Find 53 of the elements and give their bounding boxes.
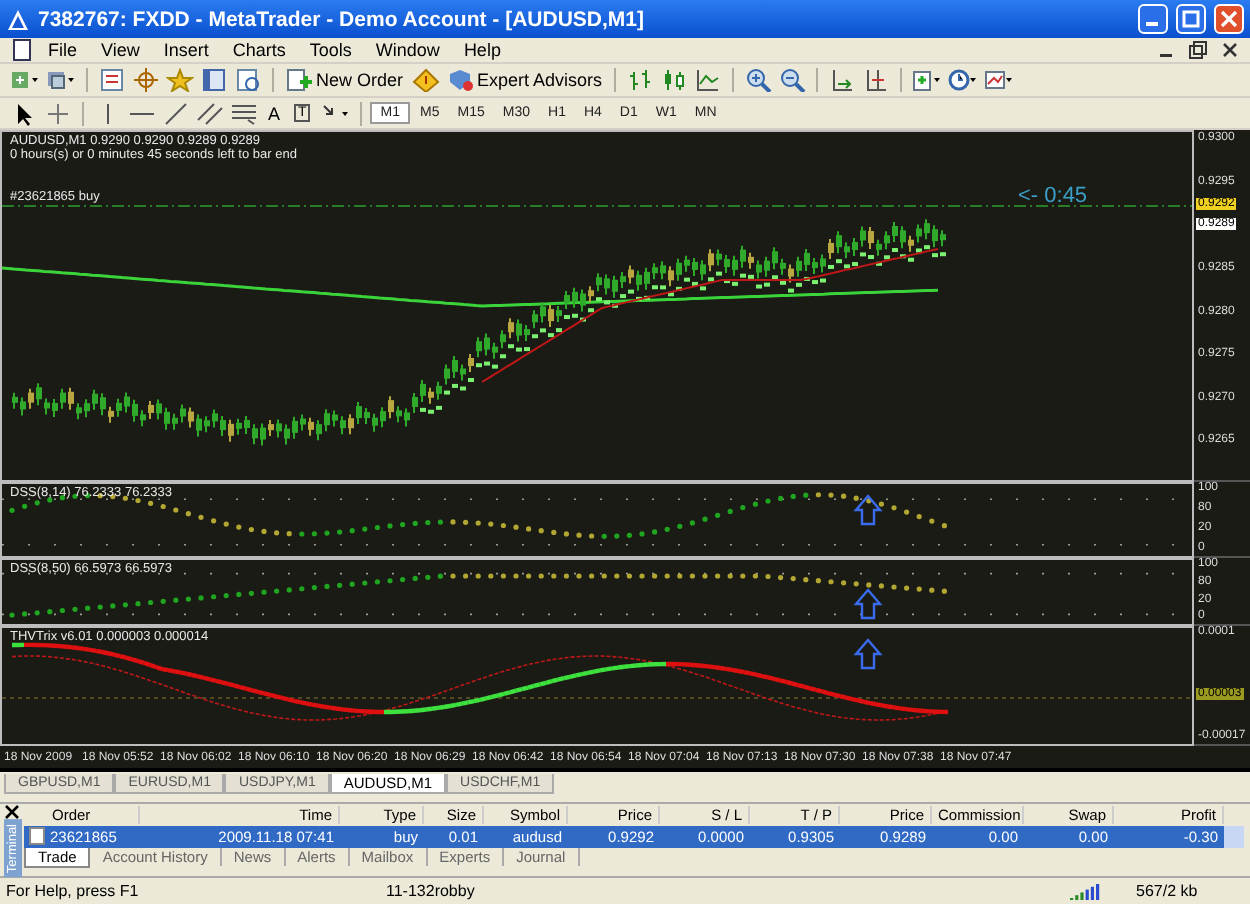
menu-item[interactable]: Help — [453, 40, 511, 61]
menu-item[interactable]: File — [38, 40, 88, 61]
menu-item[interactable]: Insert — [153, 40, 219, 61]
maximize-button[interactable] — [1176, 4, 1206, 35]
template-icon[interactable] — [984, 68, 1015, 93]
crosshair-move-icon[interactable] — [132, 68, 160, 93]
text-tool-button[interactable]: A — [262, 103, 287, 123]
up-arrow-icon — [853, 588, 883, 620]
fibonacci-icon[interactable] — [230, 101, 258, 125]
crosshair-icon[interactable] — [44, 101, 72, 125]
menu-item[interactable]: View — [91, 40, 150, 61]
line-chart-icon[interactable] — [694, 68, 723, 93]
expert-advisors-button[interactable]: Expert Advisors — [443, 68, 607, 93]
chart-shift-icon[interactable] — [828, 68, 857, 93]
bar-chart-icon[interactable] — [626, 68, 655, 93]
document-icon — [8, 38, 32, 63]
status-text: 567/2 kb — [1134, 882, 1200, 901]
terminal-icon[interactable] — [200, 68, 228, 93]
minimize-button[interactable] — [1138, 4, 1168, 35]
trendline-icon[interactable] — [162, 101, 190, 125]
maximize-icon — [1182, 10, 1200, 29]
new-order-icon — [286, 68, 312, 93]
up-arrow-icon — [853, 638, 883, 670]
status-text: 11-132robby — [384, 882, 477, 901]
tester-icon[interactable] — [234, 68, 262, 93]
profiles-icon[interactable] — [46, 68, 76, 93]
clock-icon[interactable] — [948, 68, 979, 93]
app-logo-icon — [6, 7, 30, 32]
zoom-in-icon[interactable] — [744, 68, 773, 93]
scrollbar[interactable] — [1224, 825, 1244, 848]
add-indicator-icon[interactable] — [912, 68, 943, 93]
close-icon[interactable] — [4, 803, 20, 820]
expert-advisors-icon — [447, 68, 474, 93]
star-icon[interactable] — [166, 68, 194, 93]
window-title: 7382767: FXDD - MetaTrader - Demo Account - [AUDUSD,M1] — [38, 7, 647, 32]
warning-icon[interactable] — [411, 68, 440, 93]
status-text: For Help, press F1 — [4, 882, 141, 901]
close-icon — [1220, 10, 1238, 29]
connection-bars-icon — [1070, 882, 1102, 901]
new-order-button[interactable]: New Order — [282, 68, 408, 93]
order-icon — [28, 826, 46, 847]
candlestick-icon[interactable] — [660, 68, 689, 93]
menu-item[interactable]: Tools — [299, 40, 362, 61]
countdown-text: <- 0:45 — [1018, 184, 1088, 209]
up-arrow-icon — [853, 494, 883, 526]
zoom-out-icon[interactable] — [778, 68, 807, 93]
menu-item[interactable]: Charts — [222, 40, 296, 61]
restore-icon[interactable] — [1186, 38, 1210, 63]
channel-icon[interactable] — [196, 101, 224, 125]
auto-scroll-icon[interactable] — [862, 68, 891, 93]
close-button[interactable] — [1214, 4, 1244, 35]
market-watch-icon[interactable] — [98, 68, 126, 93]
menu-item[interactable]: Window — [365, 40, 450, 61]
